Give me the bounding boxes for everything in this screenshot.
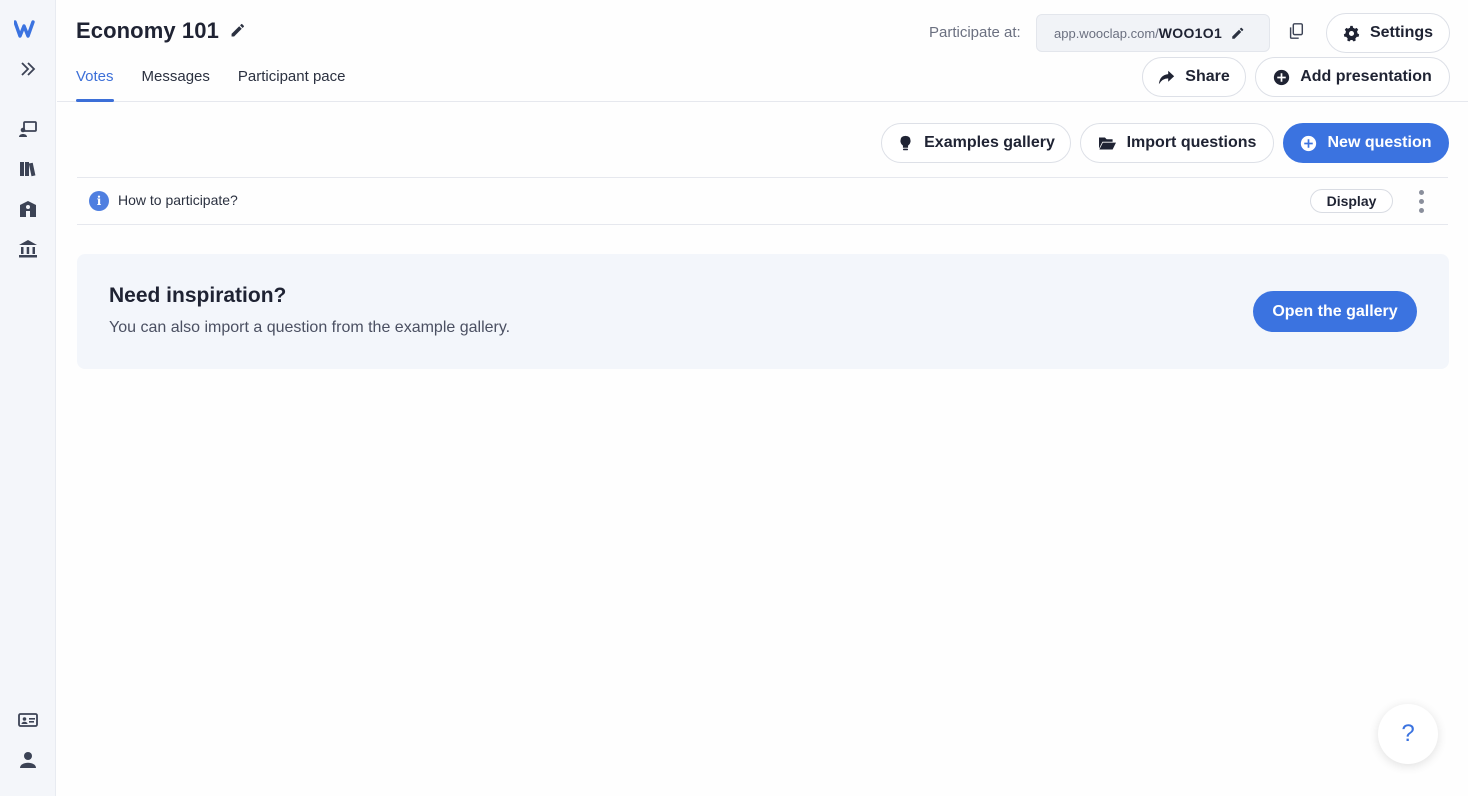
school-icon <box>20 201 36 217</box>
sidebar-item-school[interactable] <box>0 193 56 225</box>
inspiration-title: Need inspiration? <box>109 284 287 307</box>
gear-icon <box>1343 25 1360 41</box>
sidebar-item-account-card[interactable] <box>0 704 56 736</box>
header: Economy 101 Votes Messages Participant p… <box>57 0 1468 102</box>
lightbulb-icon <box>900 135 911 150</box>
more-options-button[interactable] <box>1413 187 1429 215</box>
sidebar-item-profile[interactable] <box>0 744 56 776</box>
add-presentation-label: Add presentation <box>1300 68 1432 85</box>
pencil-icon[interactable] <box>1230 26 1245 41</box>
share-icon <box>1159 70 1175 84</box>
presentation-icon <box>19 121 37 137</box>
divider <box>77 224 1448 225</box>
pencil-icon <box>231 23 245 37</box>
examples-gallery-button[interactable]: Examples gallery <box>881 123 1071 163</box>
sidebar-item-library[interactable] <box>0 153 56 185</box>
new-question-button[interactable]: New question <box>1283 123 1449 163</box>
tab-bar: Votes Messages Participant pace <box>76 66 373 102</box>
new-question-label: New question <box>1327 134 1432 151</box>
wooclap-logo[interactable] <box>13 18 42 40</box>
settings-button[interactable]: Settings <box>1326 13 1450 53</box>
kebab-dot <box>1418 207 1424 213</box>
share-button[interactable]: Share <box>1142 57 1246 97</box>
copy-icon <box>1289 23 1304 39</box>
settings-label: Settings <box>1369 24 1434 41</box>
inspiration-panel: Need inspiration? You can also import a … <box>77 254 1449 369</box>
plus-circle-icon <box>1274 69 1290 85</box>
kebab-dot <box>1418 189 1424 195</box>
tab-messages[interactable]: Messages <box>142 66 210 102</box>
library-icon <box>20 162 36 177</box>
import-questions-label: Import questions <box>1126 134 1257 151</box>
share-label: Share <box>1185 68 1230 85</box>
plus-circle-icon <box>1301 135 1317 151</box>
how-to-participate-row[interactable]: i How to participate? Display <box>77 178 1448 224</box>
sidebar-item-presentations[interactable] <box>0 113 56 145</box>
institution-icon <box>19 240 37 258</box>
kebab-dot <box>1418 198 1424 204</box>
copy-link-button[interactable] <box>1287 22 1309 44</box>
user-icon <box>20 752 36 768</box>
expand-sidebar-button[interactable] <box>0 53 56 85</box>
event-url-prefix: app.wooclap.com/ <box>1054 25 1159 41</box>
display-button[interactable]: Display <box>1310 189 1393 213</box>
inspiration-subtitle: You can also import a question from the … <box>109 319 511 336</box>
folder-open-icon <box>1098 137 1116 149</box>
expand-icon <box>21 62 36 76</box>
how-to-participate-label: How to participate? <box>118 192 238 208</box>
open-gallery-button[interactable]: Open the gallery <box>1253 291 1417 332</box>
edit-title-button[interactable] <box>229 22 249 42</box>
add-presentation-button[interactable]: Add presentation <box>1255 57 1450 97</box>
event-code-field[interactable]: app.wooclap.com/ WOO1O1 <box>1036 14 1270 52</box>
import-questions-button[interactable]: Import questions <box>1080 123 1274 163</box>
page-title: Economy 101 <box>76 18 219 43</box>
event-code: WOO1O1 <box>1158 25 1223 41</box>
id-card-icon <box>18 713 38 727</box>
tab-votes[interactable]: Votes <box>76 66 114 102</box>
participate-label: Participate at: <box>929 24 1021 41</box>
help-button[interactable]: ? <box>1378 704 1438 764</box>
sidebar <box>0 0 56 796</box>
tab-participant-pace[interactable]: Participant pace <box>238 66 346 102</box>
info-icon: i <box>89 191 109 211</box>
sidebar-item-institution[interactable] <box>0 233 56 265</box>
examples-gallery-label: Examples gallery <box>924 134 1055 151</box>
